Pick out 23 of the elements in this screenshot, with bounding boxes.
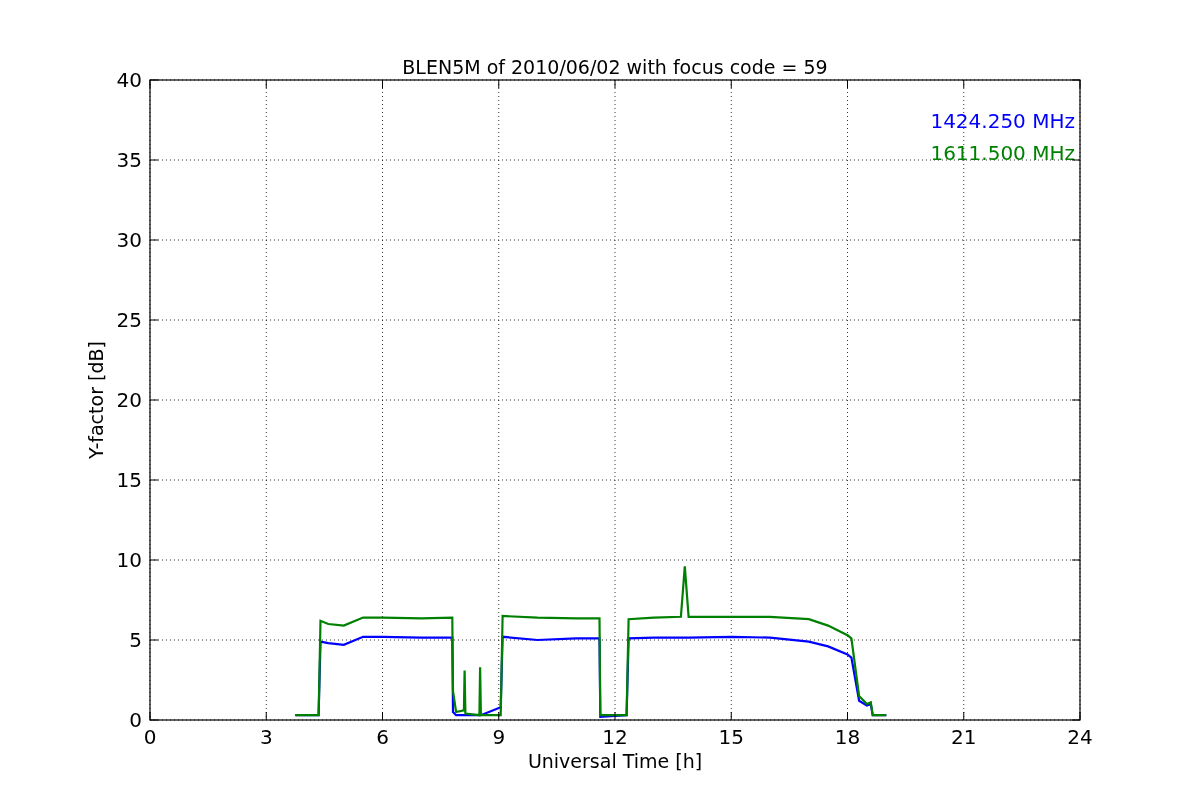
y-tick-label: 25: [116, 308, 142, 332]
y-tick-label: 40: [116, 68, 142, 92]
y-tick-label: 10: [116, 548, 142, 572]
x-tick-label: 12: [602, 725, 628, 749]
y-tick-label: 20: [116, 388, 142, 412]
x-tick-label: 18: [834, 725, 861, 749]
y-tick-label: 30: [116, 228, 142, 252]
y-tick-label: 35: [116, 148, 142, 172]
legend-label: 1424.250 MHz: [930, 109, 1075, 133]
x-tick-label: 0: [143, 725, 157, 749]
x-axis-label: Universal Time [h]: [527, 750, 703, 772]
x-tick-label: 21: [951, 725, 977, 749]
x-tick-label: 9: [492, 725, 506, 749]
x-tick-label: 3: [259, 725, 273, 749]
chart-title: BLEN5M of 2010/06/02 with focus code = 59: [402, 56, 828, 78]
legend-label: 1611.500 MHz: [930, 141, 1075, 165]
x-tick-label: 24: [1067, 725, 1093, 749]
x-tick-label: 15: [718, 725, 744, 749]
y-tick-label: 5: [129, 628, 142, 652]
y-tick-label: 0: [129, 708, 142, 732]
y-tick-label: 15: [116, 468, 142, 492]
y-axis-label: Y-factor [dB]: [85, 341, 107, 459]
x-tick-label: 6: [376, 725, 389, 749]
